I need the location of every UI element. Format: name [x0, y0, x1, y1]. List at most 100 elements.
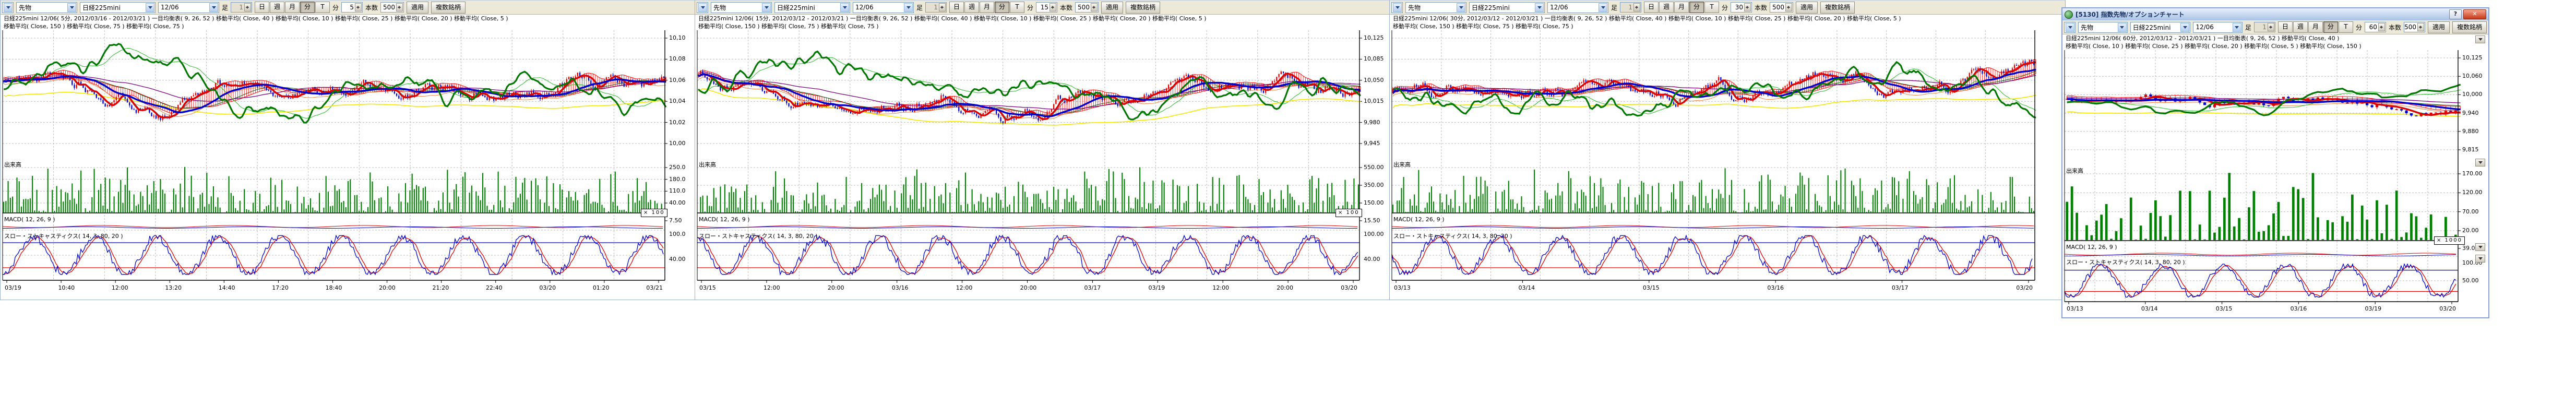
- instrument-select[interactable]: 日経225mini: [774, 2, 850, 13]
- period-buttons: 日週月分T: [1644, 2, 1719, 13]
- apply-button[interactable]: 適用: [1101, 2, 1123, 14]
- category-select[interactable]: 先物: [16, 2, 77, 13]
- volume-pane-label: 出来高: [1393, 160, 1411, 169]
- apply-button[interactable]: 適用: [407, 2, 428, 14]
- legend-line2: 移動平均( Close, 150 ) 移動平均( Close, 75 ) 移動平…: [698, 22, 1361, 30]
- spinner-icon[interactable]: [1785, 3, 1792, 11]
- count-label: 本数: [365, 3, 378, 12]
- period-button[interactable]: 日: [255, 2, 269, 13]
- spinner-icon[interactable]: [396, 3, 403, 11]
- period-button[interactable]: 週: [2293, 21, 2308, 33]
- category-select[interactable]: 先物: [2078, 22, 2128, 33]
- period-button[interactable]: 日: [2278, 21, 2293, 33]
- multi-symbol-button[interactable]: 複数銘柄: [431, 2, 466, 14]
- time-axis-label: 17:20: [272, 284, 289, 291]
- mini-dropdown[interactable]: [2, 2, 14, 13]
- spinner-icon[interactable]: [1633, 3, 1640, 11]
- minutes-field[interactable]: 30: [1731, 2, 1752, 13]
- category-select[interactable]: 先物: [1405, 2, 1466, 13]
- pane-collapse-button[interactable]: [2475, 159, 2485, 166]
- mini-dropdown[interactable]: [697, 2, 708, 13]
- minutes-field[interactable]: 15: [1036, 2, 1057, 13]
- chart-canvas[interactable]: [1390, 1, 2065, 300]
- pane-collapse-button[interactable]: [2475, 243, 2485, 251]
- spinner-icon[interactable]: [1744, 3, 1751, 11]
- period-button[interactable]: T: [315, 2, 330, 13]
- period-button[interactable]: 分: [2323, 21, 2338, 33]
- instrument-select[interactable]: 日経225mini: [1469, 2, 1545, 13]
- chart-canvas[interactable]: [1, 1, 695, 300]
- time-axis-label: 03/13: [2067, 305, 2083, 312]
- macd-axis: 15.50: [1364, 217, 1390, 225]
- window-title: [5130] 指数先物/オプションチャート: [2076, 10, 2185, 19]
- spinner-icon[interactable]: [2417, 23, 2424, 31]
- minutes-field[interactable]: 5: [341, 2, 363, 13]
- chart-toolbar: 先物 日経225mini 12/06 足 1 日週月分T 分 15 本数 500…: [695, 1, 1390, 15]
- count-field[interactable]: 500: [2404, 22, 2425, 32]
- volume-axis-label: 170.00: [2462, 170, 2489, 177]
- price-axis-label: 10,015: [1364, 98, 1390, 105]
- volume-axis-label: 550.00: [1364, 164, 1390, 171]
- period-buttons: 日週月分T: [255, 2, 330, 13]
- spinner-icon[interactable]: [244, 3, 251, 11]
- period-button[interactable]: 週: [270, 2, 284, 13]
- contract-select[interactable]: 12/06: [1547, 2, 1608, 13]
- bar-interval-field: 1: [1620, 2, 1641, 13]
- apply-button[interactable]: 適用: [1796, 2, 1818, 14]
- spinner-icon[interactable]: [1091, 3, 1098, 11]
- apply-button[interactable]: 適用: [2428, 21, 2450, 33]
- spinner-icon[interactable]: [939, 3, 946, 11]
- contract-select[interactable]: 12/06: [158, 2, 219, 13]
- time-axis-label: 20:00: [1020, 284, 1037, 291]
- contract-select[interactable]: 12/06: [853, 2, 914, 13]
- chart-canvas[interactable]: [2062, 8, 2488, 317]
- time-axis-label: 21:20: [433, 284, 449, 291]
- contract-select[interactable]: 12/06: [2193, 22, 2243, 33]
- period-button[interactable]: 分: [995, 2, 1009, 13]
- period-button[interactable]: T: [1010, 2, 1024, 13]
- pane-collapse-button[interactable]: [2475, 35, 2485, 43]
- period-button[interactable]: 月: [1674, 2, 1689, 13]
- period-button[interactable]: 分: [1689, 2, 1704, 13]
- window-titlebar[interactable]: [5130] 指数先物/オプションチャート ? ✕: [2062, 8, 2488, 20]
- pane-collapse-button[interactable]: [2475, 255, 2485, 263]
- period-button[interactable]: 月: [285, 2, 300, 13]
- time-axis-label: 03/14: [2141, 305, 2158, 312]
- period-button[interactable]: T: [1704, 2, 1719, 13]
- chart-canvas[interactable]: [695, 1, 1390, 300]
- close-icon[interactable]: ✕: [2463, 9, 2486, 19]
- period-button[interactable]: 日: [1644, 2, 1659, 13]
- count-field[interactable]: 500: [1075, 2, 1099, 13]
- instrument-select[interactable]: 日経225mini: [80, 2, 156, 13]
- spinner-icon[interactable]: [355, 3, 362, 11]
- period-button[interactable]: 日: [949, 2, 964, 13]
- spinner-icon[interactable]: [2378, 23, 2385, 31]
- period-button[interactable]: T: [2339, 21, 2353, 33]
- bar-interval-value: 1: [2262, 23, 2267, 31]
- period-button[interactable]: 月: [980, 2, 994, 13]
- help-button[interactable]: ?: [2449, 9, 2462, 19]
- count-field[interactable]: 500: [380, 2, 404, 13]
- price-axis-label: 10,06: [669, 77, 696, 84]
- minutes-field[interactable]: 60: [2365, 22, 2386, 32]
- category-select[interactable]: 先物: [711, 2, 772, 13]
- period-button[interactable]: 週: [964, 2, 979, 13]
- multi-symbol-button[interactable]: 複数銘柄: [1126, 2, 1160, 14]
- instrument-select[interactable]: 日経225mini: [2130, 22, 2191, 33]
- mini-dropdown[interactable]: [2064, 22, 2076, 33]
- multi-symbol-button[interactable]: 複数銘柄: [2452, 21, 2487, 33]
- contract-value: 12/06: [161, 4, 179, 11]
- spinner-icon[interactable]: [2268, 23, 2274, 31]
- minutes-value: 60: [2369, 23, 2377, 31]
- contract-value: 12/06: [1550, 4, 1568, 11]
- period-button[interactable]: 週: [1659, 2, 1674, 13]
- chart-window-4: [5130] 指数先物/オプションチャート ? ✕ 先物 日経225mini 1…: [2061, 7, 2489, 318]
- spinner-icon[interactable]: [1050, 3, 1056, 11]
- mini-dropdown[interactable]: [1391, 2, 1403, 13]
- period-button[interactable]: 分: [300, 2, 315, 13]
- multi-symbol-button[interactable]: 複数銘柄: [1820, 2, 1855, 14]
- count-value: 500: [383, 4, 395, 11]
- count-field[interactable]: 500: [1770, 2, 1793, 13]
- time-axis-label: 03/20: [2016, 284, 2033, 291]
- period-button[interactable]: 月: [2308, 21, 2323, 33]
